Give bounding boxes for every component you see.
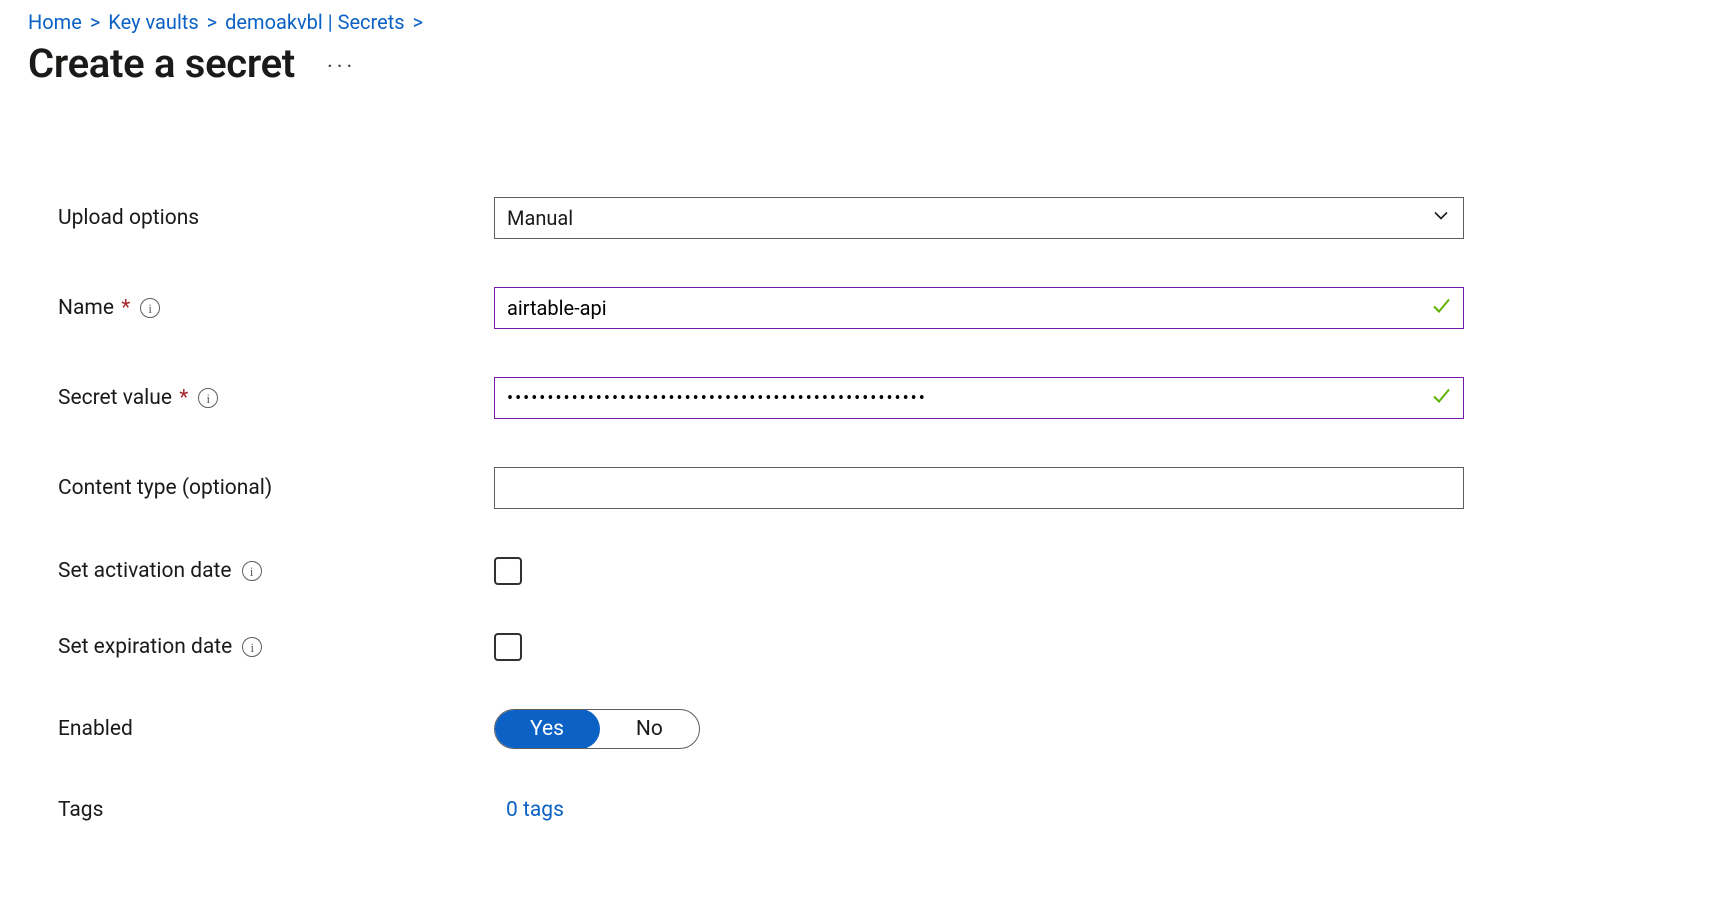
info-icon[interactable]: i bbox=[242, 637, 262, 657]
control-enabled: Yes No bbox=[494, 709, 1464, 749]
row-activation: Set activation date i bbox=[58, 557, 1708, 585]
label-tags: Tags bbox=[58, 798, 494, 822]
label-expiration: Set expiration date i bbox=[58, 635, 494, 659]
row-expiration: Set expiration date i bbox=[58, 633, 1708, 661]
label-enabled-text: Enabled bbox=[58, 717, 133, 741]
enabled-toggle-yes[interactable]: Yes bbox=[494, 709, 600, 749]
row-secret-value: Secret value * i bbox=[58, 377, 1708, 419]
label-name: Name * i bbox=[58, 296, 494, 320]
chevron-right-icon: > bbox=[413, 10, 423, 34]
enabled-toggle-no[interactable]: No bbox=[600, 710, 699, 748]
label-upload-options-text: Upload options bbox=[58, 206, 199, 230]
control-secret-value bbox=[494, 377, 1464, 419]
row-name: Name * i bbox=[58, 287, 1708, 329]
label-name-text: Name * bbox=[58, 296, 130, 320]
label-secret-value-text: Secret value * bbox=[58, 386, 188, 410]
name-input[interactable] bbox=[494, 287, 1464, 329]
upload-options-select[interactable]: Manual bbox=[494, 197, 1464, 239]
content-type-input[interactable] bbox=[494, 467, 1464, 509]
breadcrumb: Home > Key vaults > demoakvbl | Secrets … bbox=[28, 10, 1708, 34]
label-enabled: Enabled bbox=[58, 717, 494, 741]
row-tags: Tags 0 tags bbox=[58, 797, 1708, 822]
label-content-type: Content type (optional) bbox=[58, 476, 494, 500]
label-activation: Set activation date i bbox=[58, 559, 494, 583]
chevron-right-icon: > bbox=[207, 10, 217, 34]
label-secret-value: Secret value * i bbox=[58, 386, 494, 410]
activation-checkbox[interactable] bbox=[494, 557, 522, 585]
expiration-checkbox[interactable] bbox=[494, 633, 522, 661]
label-secret-value-inner: Secret value bbox=[58, 386, 172, 410]
tags-link[interactable]: 0 tags bbox=[494, 798, 564, 822]
control-activation bbox=[494, 557, 1464, 585]
breadcrumb-keyvaults[interactable]: Key vaults bbox=[108, 10, 198, 34]
chevron-down-icon bbox=[1431, 206, 1451, 231]
row-upload-options: Upload options Manual bbox=[58, 197, 1708, 239]
info-icon[interactable]: i bbox=[140, 298, 160, 318]
label-upload-options: Upload options bbox=[58, 206, 494, 230]
control-upload-options: Manual bbox=[494, 197, 1464, 239]
control-content-type bbox=[494, 467, 1464, 509]
label-name-inner: Name bbox=[58, 296, 114, 320]
label-content-type-text: Content type (optional) bbox=[58, 476, 272, 500]
info-icon[interactable]: i bbox=[242, 561, 262, 581]
label-tags-text: Tags bbox=[58, 798, 103, 822]
breadcrumb-home[interactable]: Home bbox=[28, 10, 82, 34]
control-tags: 0 tags bbox=[494, 797, 1464, 822]
label-activation-text: Set activation date bbox=[58, 559, 232, 583]
control-name bbox=[494, 287, 1464, 329]
upload-options-value: Manual bbox=[507, 206, 573, 230]
create-secret-form: Upload options Manual Name * i bbox=[28, 197, 1708, 822]
required-marker: * bbox=[179, 386, 188, 410]
row-content-type: Content type (optional) bbox=[58, 467, 1708, 509]
control-expiration bbox=[494, 633, 1464, 661]
info-icon[interactable]: i bbox=[198, 388, 218, 408]
required-marker: * bbox=[121, 296, 130, 320]
page-title: Create a secret bbox=[28, 40, 295, 87]
secret-value-input[interactable] bbox=[494, 377, 1464, 419]
enabled-toggle[interactable]: Yes No bbox=[494, 709, 700, 749]
chevron-right-icon: > bbox=[90, 10, 100, 34]
more-actions-button[interactable]: ··· bbox=[327, 49, 356, 79]
title-row: Create a secret ··· bbox=[28, 40, 1708, 87]
label-expiration-text: Set expiration date bbox=[58, 635, 232, 659]
breadcrumb-vault[interactable]: demoakvbl | Secrets bbox=[225, 10, 404, 34]
row-enabled: Enabled Yes No bbox=[58, 709, 1708, 749]
